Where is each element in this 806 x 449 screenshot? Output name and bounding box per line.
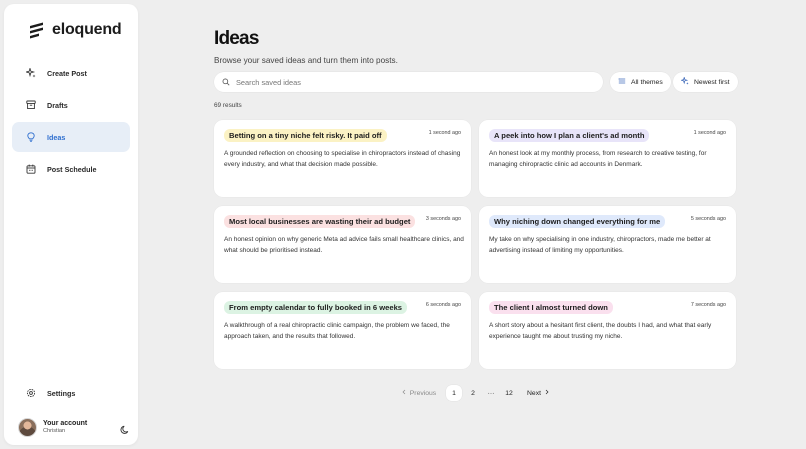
previous-label: Previous bbox=[409, 389, 437, 397]
search-bar[interactable] bbox=[214, 72, 603, 92]
idea-card[interactable]: The client I almost turned down 7 second… bbox=[479, 292, 736, 369]
filter-themes-button[interactable]: All themes bbox=[610, 72, 671, 92]
idea-description: A short story about a hesitant first cli… bbox=[489, 322, 712, 340]
filter-list-icon bbox=[618, 77, 626, 87]
page-button[interactable]: 2 bbox=[465, 385, 481, 401]
sort-button[interactable]: Newest first bbox=[673, 72, 738, 92]
chevron-left-icon bbox=[402, 389, 406, 397]
pagination: Previous 1 2 ··· 12 Next bbox=[0, 385, 806, 401]
idea-timestamp: 3 seconds ago bbox=[425, 216, 461, 222]
search-input[interactable] bbox=[236, 77, 576, 87]
calendar-icon bbox=[26, 164, 36, 174]
archive-icon bbox=[26, 100, 36, 110]
idea-title: Betting on a tiny niche felt risky. It p… bbox=[224, 129, 387, 142]
idea-title: Most local businesses are wasting their … bbox=[224, 215, 416, 228]
sidebar-item-label: Drafts bbox=[47, 100, 68, 110]
idea-title: From empty calendar to fully booked in 6… bbox=[224, 301, 408, 314]
sidebar-item-post-schedule[interactable]: Post Schedule bbox=[12, 154, 130, 184]
idea-timestamp: 1 second ago bbox=[428, 130, 461, 136]
chevron-right-icon bbox=[545, 389, 549, 397]
sidebar-item-label: Ideas bbox=[47, 132, 66, 142]
brand-logo[interactable]: eloquend bbox=[28, 21, 122, 39]
idea-description: An honest look at my monthly process, fr… bbox=[489, 150, 707, 168]
account-name: Your account bbox=[43, 420, 88, 428]
idea-description: An honest opinion on why generic Meta ad… bbox=[224, 236, 464, 254]
sidebar-item-create-post[interactable]: Create Post bbox=[12, 58, 130, 88]
brand-name: eloquend bbox=[52, 21, 122, 38]
idea-title: The client I almost turned down bbox=[489, 301, 613, 314]
eloquend-logo-icon bbox=[30, 22, 43, 39]
page-button[interactable]: 12 bbox=[501, 385, 517, 401]
results-count: 69 results bbox=[214, 102, 242, 109]
idea-card[interactable]: Why niching down changed everything for … bbox=[479, 206, 736, 283]
sidebar-item-ideas[interactable]: Ideas bbox=[12, 122, 130, 152]
idea-timestamp: 1 second ago bbox=[693, 130, 726, 136]
avatar bbox=[18, 417, 37, 437]
idea-card[interactable]: Most local businesses are wasting their … bbox=[214, 206, 471, 283]
sparkle-icon bbox=[26, 68, 36, 78]
account-user: Christian bbox=[43, 427, 66, 434]
next-page-button[interactable]: Next bbox=[523, 385, 553, 401]
lightbulb-icon bbox=[26, 132, 36, 142]
filter-label: All themes bbox=[631, 78, 663, 86]
idea-timestamp: 7 seconds ago bbox=[690, 302, 726, 308]
idea-card[interactable]: A peek into how I plan a client's ad mon… bbox=[479, 120, 736, 197]
idea-title: A peek into how I plan a client's ad mon… bbox=[489, 129, 650, 142]
idea-card[interactable]: From empty calendar to fully booked in 6… bbox=[214, 292, 471, 369]
page-button[interactable]: 1 bbox=[446, 385, 462, 401]
idea-timestamp: 5 seconds ago bbox=[690, 216, 726, 222]
idea-card[interactable]: Betting on a tiny niche felt risky. It p… bbox=[214, 120, 471, 197]
page-ellipsis: ··· bbox=[487, 389, 495, 397]
sparkle-icon bbox=[680, 76, 689, 87]
idea-description: A walkthrough of a real chiropractic cli… bbox=[224, 322, 450, 340]
sidebar: eloquend Create Post Drafts Ideas Post S… bbox=[4, 4, 138, 445]
page-subtitle: Browse your saved ideas and turn them in… bbox=[214, 56, 398, 65]
moon-icon[interactable] bbox=[120, 422, 130, 434]
next-label: Next bbox=[527, 389, 541, 397]
sidebar-item-drafts[interactable]: Drafts bbox=[12, 90, 130, 120]
sidebar-item-label: Post Schedule bbox=[47, 164, 97, 174]
account-menu[interactable]: Your account Christian bbox=[18, 416, 130, 438]
idea-timestamp: 6 seconds ago bbox=[425, 302, 461, 308]
idea-description: My take on why specialising in one indus… bbox=[489, 236, 711, 254]
sidebar-item-label: Create Post bbox=[47, 68, 87, 78]
previous-page-button[interactable]: Previous bbox=[398, 385, 440, 401]
page-title: Ideas bbox=[214, 28, 259, 49]
idea-title: Why niching down changed everything for … bbox=[489, 215, 666, 228]
sort-label: Newest first bbox=[694, 78, 730, 86]
idea-description: A grounded reflection on choosing to spe… bbox=[224, 150, 461, 168]
search-icon bbox=[222, 73, 230, 91]
